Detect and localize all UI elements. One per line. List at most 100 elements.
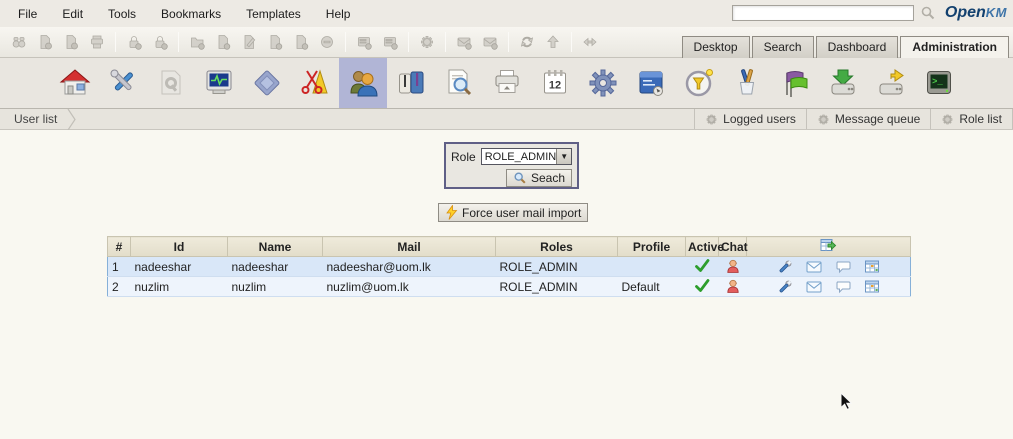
profiles-icon[interactable] bbox=[387, 58, 435, 108]
database-import-icon[interactable] bbox=[819, 58, 867, 108]
mail-user-icon[interactable] bbox=[806, 259, 822, 275]
col-profile[interactable]: Profile bbox=[617, 236, 686, 257]
check-icon bbox=[695, 278, 710, 292]
database-export-icon[interactable] bbox=[867, 58, 915, 108]
col-mail[interactable]: Mail bbox=[322, 236, 496, 257]
cell-id: nadeeshar bbox=[130, 256, 228, 277]
logged-users-button[interactable]: Logged users bbox=[694, 109, 806, 129]
menu-bookmarks[interactable]: Bookmarks bbox=[150, 3, 232, 25]
go-home-icon[interactable] bbox=[540, 31, 566, 53]
magnifier-icon bbox=[514, 172, 526, 184]
add-property-group-icon[interactable] bbox=[351, 31, 377, 53]
edit-user-icon[interactable] bbox=[777, 278, 793, 295]
menu-edit[interactable]: Edit bbox=[51, 3, 94, 25]
tab-dashboard[interactable]: Dashboard bbox=[815, 36, 899, 58]
utilities-icon[interactable] bbox=[291, 58, 339, 108]
language-flags-icon[interactable] bbox=[771, 58, 819, 108]
col-num[interactable]: # bbox=[107, 236, 131, 257]
remove-property-group-icon[interactable] bbox=[377, 31, 403, 53]
report-config-icon[interactable] bbox=[147, 58, 195, 108]
menu-tools[interactable]: Tools bbox=[97, 3, 147, 25]
table-row[interactable]: 1 nadeeshar nadeeshar nadeeshar@uom.lk R… bbox=[107, 256, 911, 277]
download-document-icon[interactable] bbox=[32, 31, 58, 53]
toolbar-separator bbox=[408, 32, 409, 52]
edit-document-icon[interactable] bbox=[236, 31, 262, 53]
chat-bubble-icon[interactable] bbox=[835, 279, 851, 295]
message-queue-button[interactable]: Message queue bbox=[805, 109, 930, 129]
workflow-gear-icon[interactable] bbox=[414, 31, 440, 53]
cell-profile bbox=[617, 256, 686, 277]
print-icon[interactable] bbox=[84, 31, 110, 53]
find-icon[interactable] bbox=[6, 31, 32, 53]
toolbar-separator bbox=[178, 32, 179, 52]
refresh-icon[interactable] bbox=[514, 31, 540, 53]
workflow-icon[interactable] bbox=[627, 58, 675, 108]
col-id[interactable]: Id bbox=[130, 236, 228, 257]
force-user-mail-import-button[interactable]: Force user mail import bbox=[438, 203, 589, 222]
col-actions bbox=[746, 236, 911, 257]
scheduler-clock-icon[interactable] bbox=[675, 58, 723, 108]
tab-desktop[interactable]: Desktop bbox=[681, 36, 750, 58]
plugin-icon[interactable] bbox=[243, 58, 291, 108]
remove-subscription-icon[interactable] bbox=[477, 31, 503, 53]
chevron-down-icon[interactable]: ▼ bbox=[556, 149, 572, 164]
user-report-icon[interactable] bbox=[864, 279, 880, 295]
admin-statusbar: User list Logged users Message queue Rol… bbox=[0, 108, 1013, 130]
console-icon[interactable] bbox=[915, 58, 963, 108]
unlock-icon[interactable] bbox=[147, 31, 173, 53]
cell-active bbox=[685, 276, 719, 297]
role-select[interactable]: ROLE_ADMIN ▼ bbox=[480, 148, 573, 165]
export-table-icon[interactable] bbox=[820, 237, 837, 253]
col-name[interactable]: Name bbox=[227, 236, 323, 257]
col-chat[interactable]: Chat bbox=[718, 236, 748, 257]
menu-file[interactable]: File bbox=[7, 3, 48, 25]
cell-roles: ROLE_ADMIN bbox=[495, 256, 618, 277]
col-roles[interactable]: Roles bbox=[495, 236, 618, 257]
tab-administration[interactable]: Administration bbox=[900, 36, 1009, 58]
global-search-input[interactable] bbox=[732, 5, 914, 21]
users-icon[interactable] bbox=[339, 58, 387, 108]
cell-active bbox=[685, 256, 719, 277]
create-document-icon[interactable] bbox=[210, 31, 236, 53]
menu-bar: File Edit Tools Bookmarks Templates Help… bbox=[0, 0, 1013, 27]
cell-mail: nadeeshar@uom.lk bbox=[322, 256, 496, 277]
lock-icon[interactable] bbox=[121, 31, 147, 53]
settings-gear-icon[interactable] bbox=[579, 58, 627, 108]
create-folder-icon[interactable] bbox=[184, 31, 210, 53]
cell-num: 1 bbox=[107, 256, 131, 277]
system-monitor-icon[interactable] bbox=[195, 58, 243, 108]
cancel-checkout-icon[interactable] bbox=[288, 31, 314, 53]
chevron-right-icon bbox=[67, 108, 76, 130]
toolbar-separator bbox=[508, 32, 509, 52]
cell-profile: Default bbox=[617, 276, 686, 297]
cell-actions bbox=[746, 256, 911, 277]
col-active[interactable]: Active bbox=[685, 236, 724, 257]
force-user-mail-import-label: Force user mail import bbox=[462, 205, 582, 220]
menu-help[interactable]: Help bbox=[315, 3, 362, 25]
table-row[interactable]: 2 nuzlim nuzlim nuzlim@uom.lk ROLE_ADMIN… bbox=[107, 276, 911, 297]
admin-toolbar bbox=[0, 58, 1013, 109]
download-pdf-icon[interactable] bbox=[58, 31, 84, 53]
lightning-icon bbox=[446, 205, 457, 220]
crontab-icon[interactable] bbox=[531, 58, 579, 108]
mail-user-icon[interactable] bbox=[806, 279, 822, 295]
home-icon[interactable] bbox=[51, 58, 99, 108]
printer-icon[interactable] bbox=[483, 58, 531, 108]
user-list-content: Role ROLE_ADMIN ▼ Seach Force user mail … bbox=[0, 131, 1013, 439]
user-report-icon[interactable] bbox=[864, 259, 880, 275]
tab-search[interactable]: Search bbox=[751, 36, 814, 58]
delete-icon[interactable] bbox=[314, 31, 340, 53]
add-subscription-icon[interactable] bbox=[451, 31, 477, 53]
search-button[interactable]: Seach bbox=[505, 169, 572, 187]
edit-user-icon[interactable] bbox=[777, 258, 793, 275]
cell-chat bbox=[718, 276, 747, 297]
scripting-icon[interactable] bbox=[723, 58, 771, 108]
checkin-icon[interactable] bbox=[262, 31, 288, 53]
chat-bubble-icon[interactable] bbox=[835, 259, 851, 275]
role-list-button[interactable]: Role list bbox=[930, 109, 1013, 129]
tools-icon[interactable] bbox=[99, 58, 147, 108]
log-search-icon[interactable] bbox=[435, 58, 483, 108]
toggle-splitter-icon[interactable] bbox=[577, 31, 603, 53]
menu-templates[interactable]: Templates bbox=[235, 3, 312, 25]
magnifier-icon[interactable] bbox=[920, 5, 936, 24]
